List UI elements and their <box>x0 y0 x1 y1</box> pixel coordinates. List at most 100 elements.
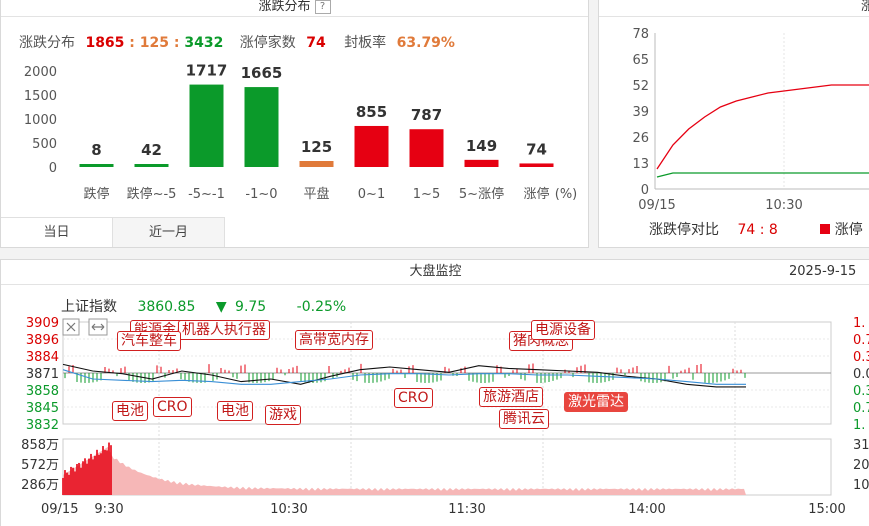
y-tick-label: 78 <box>632 27 649 42</box>
limit-ratio-chart: 78 65 52 39 26 13 009/15 10:30 <box>632 27 869 213</box>
sep: : <box>169 35 185 51</box>
up-count: 1865 <box>85 35 125 51</box>
sector-tag[interactable]: 电源设备 <box>531 320 595 340</box>
bar <box>134 164 169 167</box>
down-count: 3432 <box>184 35 224 51</box>
sector-tag[interactable]: 游戏 <box>265 405 301 425</box>
y-tick-label: 1500 <box>24 89 57 104</box>
x-tick-label: 跌停~-5 <box>127 186 177 202</box>
expand-icon[interactable] <box>88 318 108 336</box>
stat-label: 涨跌分布 <box>19 35 75 51</box>
pct-tick-label: 0.7 <box>853 401 869 416</box>
time-tick-label: 11:30 <box>448 502 485 517</box>
y-tick-label: 13 <box>632 157 649 172</box>
compare-label: 涨跌停对比 <box>649 222 719 238</box>
data-label: 125 <box>301 138 332 156</box>
y-tick-label: 2000 <box>24 65 57 80</box>
x-tick-label: 1~5 <box>413 187 440 202</box>
data-label: 1717 <box>186 62 228 80</box>
pct-tick-label: 0.0 <box>853 367 869 382</box>
limit-ratio-panel: 涨 78 65 52 39 26 13 0 09/15 10:30 涨跌停对比 74 : 8 涨… <box>598 0 869 248</box>
time-tick-label: 15:00 <box>808 502 845 517</box>
seal-rate-value: 63.79% <box>396 35 455 51</box>
panel-title: 涨 <box>599 0 869 17</box>
volume-tick-label: 858万 <box>21 438 59 453</box>
time-tick-label: 14:00 <box>628 502 665 517</box>
sector-tag[interactable]: 旅游酒店 <box>479 387 543 407</box>
sector-tag[interactable]: CRO <box>153 397 192 417</box>
time-tick-label: 9:30 <box>94 502 123 517</box>
sep: : <box>124 35 140 51</box>
bar <box>299 161 334 167</box>
bar <box>354 125 389 167</box>
time-tick-label: 10:30 <box>270 502 307 517</box>
data-label: 74 <box>526 140 547 158</box>
volume-area <box>63 446 746 495</box>
legend-label: 涨停 <box>834 222 863 238</box>
index-change-pct: -0.25% <box>296 299 347 315</box>
x-tick-label: 0~1 <box>358 187 385 202</box>
limit-up-value: 74 <box>306 35 326 51</box>
data-label: 8 <box>91 141 101 159</box>
distribution-stats: 涨跌分布 1865 : 125 : 3432 涨停家数 74 封板率 63.79… <box>19 32 455 52</box>
bar <box>464 159 499 167</box>
time-tick-label: 09/15 <box>41 502 78 517</box>
y-tick-label: 39 <box>632 105 649 120</box>
help-icon[interactable]: ? <box>314 0 331 14</box>
distribution-bar-chart: 0 500 1000 1500 2000 8 跌停 42 跌停~-5 1717 -5~-1 1665… <box>24 62 578 202</box>
y-tick-label: 500 <box>32 137 57 152</box>
down-arrow-icon: ▼ <box>215 299 227 315</box>
series-line <box>656 172 869 178</box>
volume-right-tick-label: 31 <box>853 438 869 453</box>
flat-count: 125 <box>139 35 170 51</box>
x-tick-label: -1~0 <box>245 187 277 202</box>
sector-tag[interactable]: 高带宽内存 <box>295 330 373 350</box>
unit-label: (%) <box>555 187 578 202</box>
distribution-title: 涨跌分布 <box>258 0 311 14</box>
price-tick-label: 3884 <box>26 350 59 365</box>
market-monitor-panel: 大盘监控 2025-9-15 上证指数 3860.85 ▼ 9.75 -0.25… <box>0 259 869 526</box>
data-label: 855 <box>356 103 387 121</box>
sector-tag[interactable]: 腾讯云 <box>499 409 549 429</box>
series-line <box>656 84 869 170</box>
seal-rate-label: 封板率 <box>344 35 387 51</box>
index-change: 9.75 <box>235 299 267 315</box>
close-icon[interactable] <box>62 318 80 336</box>
volume-tick-label: 286万 <box>21 478 59 493</box>
sector-tag[interactable]: CRO <box>394 388 433 408</box>
price-tick-label: 3871 <box>26 367 59 382</box>
sector-tag[interactable]: 电池 <box>112 401 148 421</box>
period-tabs: 当日 近一月 <box>1 217 225 247</box>
pct-tick-label: 1. <box>853 316 865 331</box>
monitor-date: 2025-9-15 <box>789 264 857 279</box>
x-tick-label: 5~涨停 <box>459 186 504 202</box>
bar <box>519 163 554 167</box>
sector-tag[interactable]: 激光雷达 <box>564 392 628 412</box>
ratio-footer: 涨跌停对比 74 : 8 涨停 <box>649 219 863 239</box>
sector-tag[interactable]: 汽车整车 <box>117 331 181 351</box>
pct-tick-label: 0.3 <box>853 384 869 399</box>
limit-up-label: 涨停家数 <box>239 35 296 51</box>
bar <box>244 87 279 167</box>
y-tick-label: 0 <box>49 161 57 176</box>
price-tick-label: 3845 <box>26 401 59 416</box>
volume-right-tick-label: 10 <box>853 478 869 493</box>
x-tick-label: -5~-1 <box>188 187 225 202</box>
data-label: 149 <box>466 137 497 155</box>
volume-tick-label: 572万 <box>21 458 59 473</box>
x-tick-label: 跌停 <box>83 186 109 202</box>
pct-tick-label: 0.7 <box>853 333 869 348</box>
x-tick-label: 09/15 <box>638 198 675 213</box>
index-summary: 上证指数 3860.85 ▼ 9.75 -0.25% <box>61 296 346 316</box>
data-label: 42 <box>141 141 162 159</box>
sector-tag[interactable]: 电池 <box>217 401 253 421</box>
volume-right-tick-label: 20 <box>853 458 869 473</box>
data-label: 787 <box>411 106 442 124</box>
y-tick-label: 52 <box>632 79 649 94</box>
tab-today[interactable]: 当日 <box>1 218 113 247</box>
bar <box>409 129 444 167</box>
y-tick-label: 26 <box>632 131 649 146</box>
sector-tag[interactable]: 机器人执行器 <box>178 320 270 340</box>
tab-month[interactable]: 近一月 <box>113 218 225 247</box>
monitor-title: 大盘监控 <box>409 264 462 279</box>
